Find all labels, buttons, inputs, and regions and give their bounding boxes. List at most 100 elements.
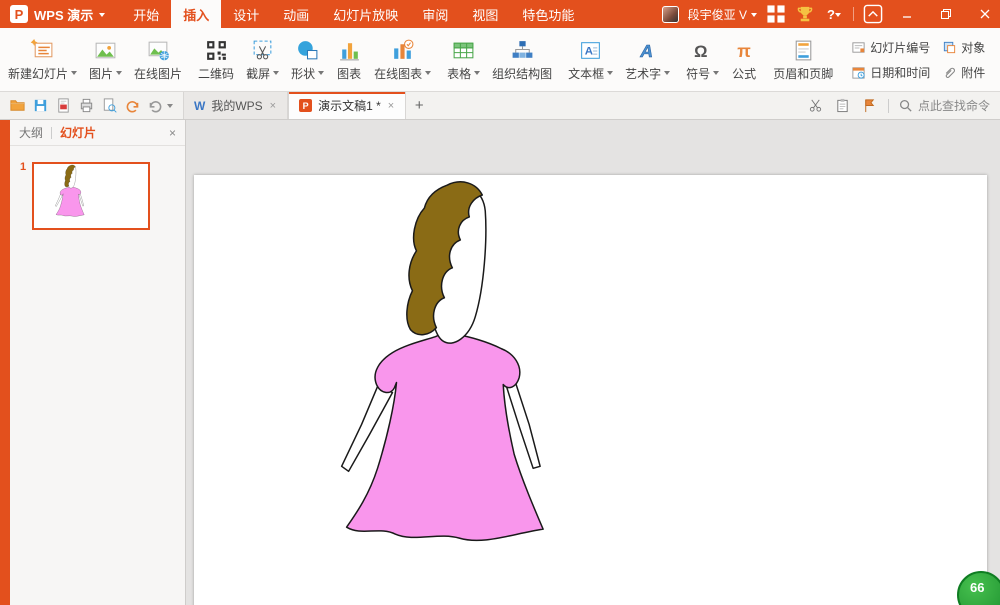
collapse-ribbon-button[interactable]	[863, 4, 883, 24]
panel-tab-separator	[51, 127, 52, 139]
app-menu[interactable]: P WPS 演示	[0, 0, 115, 28]
menu-tabs: 开始 插入 设计 动画 幻灯片放映 审阅 视图 特色功能	[121, 0, 586, 28]
ribbon-formula[interactable]: π 公式	[725, 30, 763, 89]
ribbon-symbol[interactable]: Ω 符号	[680, 30, 725, 89]
close-icon	[979, 8, 991, 20]
trophy-icon	[795, 4, 815, 24]
undo-button[interactable]	[121, 95, 143, 117]
open-file-button[interactable]	[6, 95, 28, 117]
tab-review[interactable]: 审阅	[410, 0, 460, 28]
pdf-icon	[55, 97, 72, 114]
print-button[interactable]	[75, 95, 97, 117]
ribbon-small-label: 日期和时间	[870, 64, 930, 81]
svg-text:Ω: Ω	[694, 41, 707, 60]
panel-up-icon	[863, 4, 883, 24]
doc-tab-presentation1[interactable]: P 演示文稿1 * ×	[288, 92, 406, 119]
ribbon-date-time[interactable]: 日期和时间	[851, 64, 930, 81]
ribbon-screenshot[interactable]: 截屏	[240, 30, 285, 89]
save-button[interactable]	[29, 95, 51, 117]
chevron-down-icon	[116, 71, 122, 78]
redo-button[interactable]	[144, 95, 166, 117]
user-menu[interactable]: 段宇俊亚 V	[688, 6, 757, 23]
minimize-icon	[901, 8, 913, 20]
chevron-down-icon	[474, 71, 480, 78]
close-tab-icon[interactable]: ×	[269, 100, 277, 112]
ribbon-wordart[interactable]: A 艺术字	[619, 30, 676, 89]
slide-1[interactable]	[194, 175, 987, 605]
wps-presentation-window: P WPS 演示 开始 插入 设计 动画 幻灯片放映 审阅 视图 特色功能 段宇…	[0, 0, 1000, 605]
minimize-button[interactable]	[892, 8, 922, 20]
ribbon-object[interactable]: 对象	[942, 39, 985, 56]
cut-tool-button[interactable]	[807, 97, 825, 115]
printer-icon	[78, 97, 95, 114]
ribbon-org-chart[interactable]: 组织结构图	[486, 30, 558, 89]
tab-design[interactable]: 设计	[221, 0, 271, 28]
ribbon-table[interactable]: 表格	[441, 30, 486, 89]
search-label: 点此查找命令	[918, 97, 990, 114]
left-accent-strip	[0, 120, 10, 605]
ribbon-textbox[interactable]: A 文本框	[562, 30, 619, 89]
ribbon-small-label: 对象	[961, 39, 985, 56]
close-tab-icon[interactable]: ×	[387, 100, 395, 112]
folder-icon	[9, 97, 26, 114]
help-button[interactable]: ?	[824, 4, 844, 24]
help-label: ?	[827, 7, 835, 22]
ribbon-online-chart[interactable]: 在线图表	[368, 30, 437, 89]
rewards-button[interactable]	[795, 4, 815, 24]
ribbon-label: 图片	[89, 65, 122, 82]
ribbon-chart[interactable]: 图表	[330, 30, 368, 89]
ribbon-new-slide[interactable]: 新建幻灯片	[2, 30, 83, 89]
slides-tab[interactable]: 幻灯片	[60, 124, 96, 141]
chevron-down-icon[interactable]	[167, 104, 173, 111]
insert-ribbon: 新建幻灯片 图片 在线图片 二维码 截屏	[0, 28, 1000, 92]
save-icon	[32, 97, 49, 114]
outline-tab[interactable]: 大纲	[19, 124, 43, 141]
quickbar-right: 点此查找命令	[807, 97, 1000, 115]
command-search[interactable]: 点此查找命令	[898, 97, 990, 114]
chevron-down-icon	[607, 71, 613, 78]
restore-button[interactable]	[931, 8, 961, 20]
slide-1-thumbnail[interactable]	[32, 162, 150, 230]
slide-drawing[interactable]	[194, 175, 987, 605]
online-picture-icon	[145, 37, 171, 63]
clipboard-tool-button[interactable]	[834, 97, 852, 115]
ribbon-qrcode[interactable]: 二维码	[192, 30, 240, 89]
ribbon-header-footer[interactable]: 页眉和页脚	[767, 30, 839, 89]
chevron-down-icon	[318, 71, 324, 78]
ribbon-online-picture[interactable]: 在线图片	[128, 30, 188, 89]
flag-tool-button[interactable]	[861, 97, 879, 115]
tab-view[interactable]: 视图	[460, 0, 510, 28]
tab-special-features[interactable]: 特色功能	[510, 0, 586, 28]
user-avatar[interactable]	[662, 6, 679, 23]
ribbon-label: 页眉和页脚	[773, 65, 833, 82]
tab-slideshow[interactable]: 幻灯片放映	[321, 0, 410, 28]
apps-grid-button[interactable]	[766, 4, 786, 24]
flag-icon	[862, 98, 877, 113]
ribbon-slide-number[interactable]: 幻灯片编号	[851, 39, 930, 56]
tab-insert[interactable]: 插入	[171, 0, 221, 28]
preview-icon	[101, 97, 118, 114]
undo-icon	[124, 97, 141, 114]
calendar-clock-icon	[851, 65, 866, 80]
titlebar-right: 段宇俊亚 V ?	[662, 0, 1000, 28]
object-icon	[942, 40, 957, 55]
chart-icon	[336, 37, 362, 63]
tab-home[interactable]: 开始	[121, 0, 171, 28]
export-pdf-button[interactable]	[52, 95, 74, 117]
ribbon-label: 图表	[337, 65, 361, 82]
close-panel-icon[interactable]: ×	[169, 126, 176, 140]
ribbon-picture[interactable]: 图片	[83, 30, 128, 89]
org-chart-icon	[509, 37, 535, 63]
slide-thumbnail-row: 1	[10, 146, 185, 230]
close-button[interactable]	[970, 8, 1000, 20]
doc-tab-my-wps[interactable]: W 我的WPS ×	[183, 92, 288, 119]
ribbon-shapes[interactable]: 形状	[285, 30, 330, 89]
new-tab-button[interactable]: +	[406, 92, 432, 119]
ribbon-attachment[interactable]: 附件	[942, 64, 985, 81]
tab-animation[interactable]: 动画	[271, 0, 321, 28]
ribbon-small-group: 幻灯片编号 日期和时间 对象	[843, 30, 993, 89]
print-preview-button[interactable]	[98, 95, 120, 117]
redo-icon	[147, 97, 164, 114]
ribbon-label: 文本框	[568, 65, 613, 82]
score-value: 66	[970, 580, 984, 595]
